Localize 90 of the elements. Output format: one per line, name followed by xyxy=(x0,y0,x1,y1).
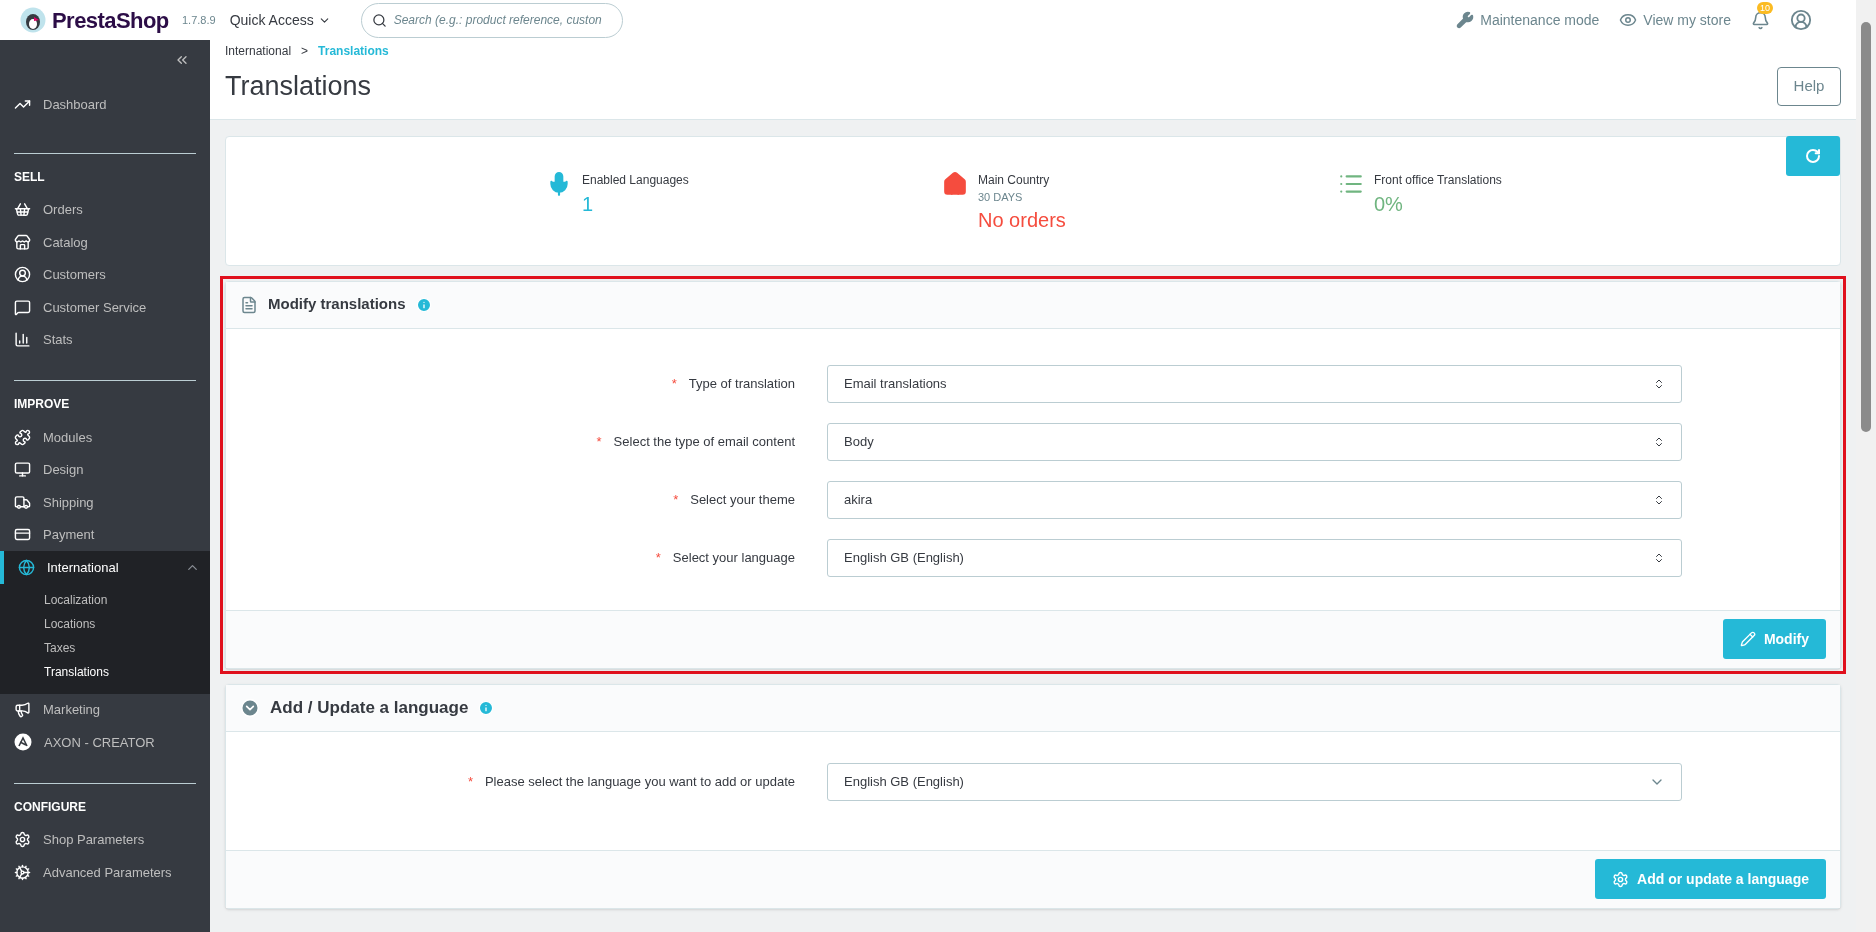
scrollbar[interactable] xyxy=(1856,0,1876,932)
breadcrumb-link[interactable]: International xyxy=(225,42,292,60)
kpi-label: Enabled Languages xyxy=(582,171,689,189)
sidebar-item[interactable]: International xyxy=(0,551,210,584)
nav-icon xyxy=(14,493,31,511)
nav-icon xyxy=(14,831,31,849)
wrench-icon xyxy=(1456,11,1475,29)
nav-icon xyxy=(14,298,31,316)
sort-arrows-icon xyxy=(1653,435,1665,448)
field-label: Please select the language you want to add or update xyxy=(484,772,795,791)
kpi-value: 1 xyxy=(582,191,595,217)
field-label: Type of translation xyxy=(688,374,795,393)
field-label: Select the type of email content xyxy=(613,432,795,451)
sidebar-item[interactable]: AXON - CREATOR xyxy=(0,726,210,759)
version-label: 1.7.8.9 xyxy=(182,12,216,28)
section-heading: SELL xyxy=(13,168,46,186)
sidebar-item[interactable]: Stats xyxy=(0,323,210,356)
document-icon xyxy=(240,295,258,314)
sidebar-item[interactable]: Design xyxy=(0,453,210,486)
required-mark: * xyxy=(671,374,677,393)
sort-arrows-icon xyxy=(1653,377,1665,390)
select-field[interactable]: akira xyxy=(827,480,1682,519)
collapse-icon[interactable] xyxy=(240,697,260,718)
puffin-logo-icon xyxy=(20,7,46,33)
kpi-value: No orders xyxy=(978,208,1066,233)
required-mark: * xyxy=(467,772,473,791)
info-icon[interactable] xyxy=(415,296,432,313)
refresh-button[interactable] xyxy=(1786,135,1840,176)
sidebar-item[interactable]: Customers xyxy=(0,258,210,291)
nav-icon xyxy=(14,331,31,349)
sidebar-item[interactable]: Marketing xyxy=(0,693,210,726)
search-field[interactable]: Search (e.g.: product reference, custon xyxy=(360,2,623,38)
submenu-item[interactable]: Localization xyxy=(0,587,210,612)
maintenance-link[interactable]: Maintenance mode xyxy=(1456,9,1600,31)
nav-icon xyxy=(14,201,31,219)
breadcrumb-separator: > xyxy=(301,43,309,60)
sidebar-item[interactable]: Shipping xyxy=(0,486,210,519)
select-field[interactable]: English GB (English) xyxy=(827,762,1682,801)
submenu-item[interactable]: Taxes xyxy=(0,635,210,660)
pencil-icon xyxy=(1739,631,1756,647)
kpi-label: Front office Translations xyxy=(1374,171,1502,189)
sidebar-item[interactable]: Payment xyxy=(0,518,210,551)
kpi-icon xyxy=(942,170,968,197)
panel-title: Add / Update a language xyxy=(270,696,469,719)
select-field[interactable]: English GB (English) xyxy=(827,538,1682,577)
sort-arrows-icon xyxy=(1653,493,1665,506)
axon-logo-icon xyxy=(14,733,32,752)
submenu-item[interactable]: Locations xyxy=(0,611,210,636)
required-mark: * xyxy=(673,490,679,509)
select-field[interactable]: Body xyxy=(827,422,1682,461)
required-mark: * xyxy=(596,432,602,451)
nav-icon xyxy=(14,266,31,284)
kpi-label: Main Country xyxy=(978,171,1051,189)
brand-name[interactable]: PrestaShop xyxy=(52,3,169,37)
page-title: Translations xyxy=(225,70,372,103)
sidebar-item[interactable]: Modules xyxy=(0,421,210,454)
kpi-period: 30 DAYS xyxy=(978,189,1024,205)
nav-icon xyxy=(14,428,31,446)
view-store-link[interactable]: View my store xyxy=(1619,9,1731,31)
search-icon xyxy=(371,12,387,28)
kpi-value: 0% xyxy=(1374,191,1404,217)
panel-title: Modify translations xyxy=(268,294,406,315)
bell-icon[interactable] xyxy=(1751,10,1770,30)
nav-icon xyxy=(18,558,35,576)
nav-icon xyxy=(14,461,31,479)
eye-icon xyxy=(1619,11,1638,29)
submenu-item[interactable]: Translations xyxy=(0,659,210,684)
nav-icon xyxy=(14,863,31,881)
notification-badge: 10 xyxy=(1757,1,1773,14)
section-heading: IMPROVE xyxy=(13,396,71,413)
sidebar-item[interactable]: Dashboard xyxy=(0,88,210,121)
help-button[interactable]: Help xyxy=(1777,66,1841,106)
gear-icon xyxy=(1612,870,1630,888)
quick-access-menu[interactable]: Quick Access xyxy=(229,9,331,31)
sidebar-item[interactable]: Orders xyxy=(0,193,210,226)
info-icon[interactable] xyxy=(478,699,495,716)
account-icon[interactable] xyxy=(1790,9,1812,31)
nav-icon xyxy=(14,233,31,251)
sidebar-item[interactable]: Shop Parameters xyxy=(0,823,210,856)
nav-icon xyxy=(14,701,31,719)
select-field[interactable]: Email translations xyxy=(827,364,1682,403)
section-heading: CONFIGURE xyxy=(13,798,87,816)
sidebar-item[interactable]: Advanced Parameters xyxy=(0,856,210,889)
sort-arrows-icon xyxy=(1653,551,1665,564)
sidebar-item[interactable]: Customer Service xyxy=(0,291,210,324)
required-mark: * xyxy=(655,548,661,567)
sidebar-item[interactable]: Catalog xyxy=(0,226,210,259)
field-label: Select your theme xyxy=(690,490,795,509)
refresh-icon xyxy=(1805,147,1821,164)
field-label: Select your language xyxy=(672,548,795,567)
